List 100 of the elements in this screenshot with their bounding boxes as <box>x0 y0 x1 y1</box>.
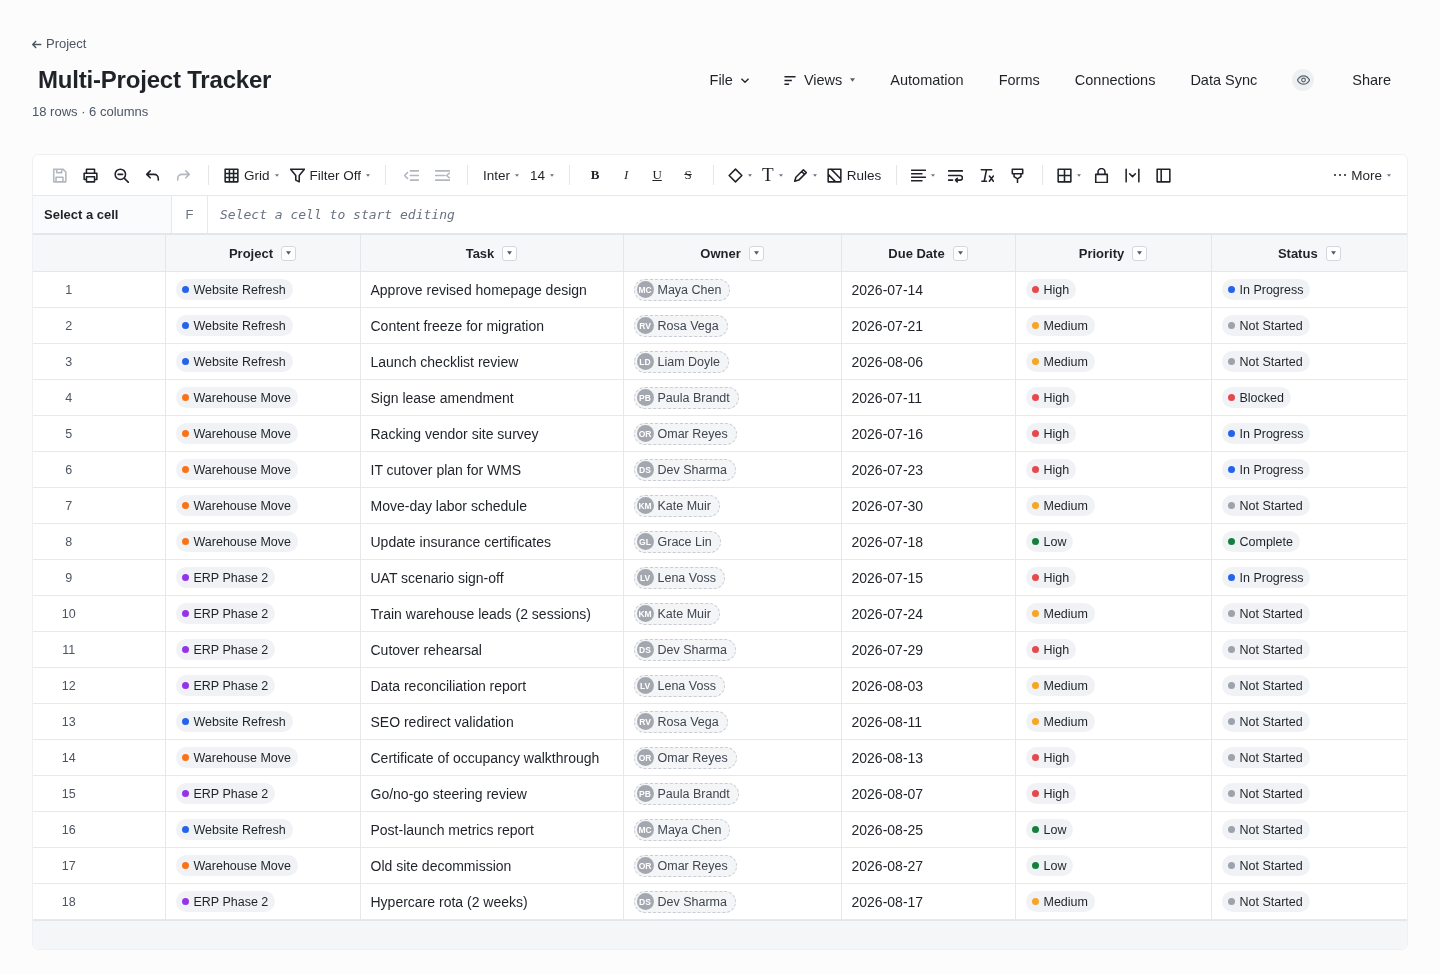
column-resize-icon <box>1124 167 1140 183</box>
priority-label: Medium <box>1043 606 1088 621</box>
owner-avatar: GL <box>636 533 654 550</box>
owner-name: Lena Voss <box>657 678 716 693</box>
nav-link[interactable]: Data Sync <box>1190 72 1258 88</box>
formula-input[interactable]: Select a cell to start editing <box>208 196 1407 233</box>
priority-label: Medium <box>1043 354 1088 369</box>
column-header: Due Date <box>888 245 945 261</box>
owner-name: Maya Chen <box>657 282 722 297</box>
filter-menu[interactable]: Filter Off <box>285 161 375 189</box>
owner-name: Kate Muir <box>657 606 711 621</box>
status-label: Not Started <box>1239 894 1303 909</box>
printer-icon <box>82 167 98 183</box>
page-title: Multi-Project Tracker <box>38 65 272 95</box>
status-label: Not Started <box>1239 750 1303 765</box>
font-size-menu[interactable]: 14 <box>526 161 559 189</box>
owner-name: Grace Lin <box>657 534 712 549</box>
row-number: 17 <box>33 847 165 884</box>
font-menu[interactable]: Inter <box>479 161 524 189</box>
table-cell: 2026-07-16 <box>841 415 1015 452</box>
table-cell: Update insurance certificates <box>360 523 623 560</box>
indent-icon <box>434 167 450 183</box>
table-cell: Certificate of occupancy walkthrough <box>360 739 623 776</box>
owner-name: Dev Sharma <box>657 894 727 909</box>
table-cell: Content freeze for migration <box>360 307 623 344</box>
status-label: Complete <box>1239 534 1293 549</box>
status-label: Not Started <box>1239 354 1303 369</box>
owner-name: Maya Chen <box>657 822 722 837</box>
table-cell: 2026-08-25 <box>841 811 1015 848</box>
nav-link[interactable]: Connections <box>1074 72 1156 88</box>
project-label: ERP Phase 2 <box>193 570 269 585</box>
clear-format-icon <box>978 167 994 183</box>
preview-button[interactable] <box>1292 69 1315 91</box>
project-label: Warehouse Move <box>193 750 291 765</box>
priority-label: High <box>1043 390 1070 405</box>
redo-icon <box>175 167 191 183</box>
funnel-icon <box>289 167 305 183</box>
priority-label: High <box>1043 426 1070 441</box>
caret-icon <box>507 251 513 255</box>
view-menu[interactable]: Grid <box>220 161 283 189</box>
owner-avatar: OR <box>636 857 654 874</box>
nav-link[interactable]: Share <box>1352 72 1391 88</box>
rules-button[interactable]: Rules <box>822 161 886 189</box>
side-panel-icon <box>1155 167 1171 183</box>
owner-avatar: OR <box>636 749 654 766</box>
row-number: 1 <box>33 271 165 308</box>
priority-label: High <box>1043 750 1070 765</box>
row-number: 2 <box>33 307 165 344</box>
table-cell: Launch checklist review <box>360 343 623 380</box>
table-cell: 2026-07-29 <box>841 631 1015 668</box>
caret-icon <box>957 251 963 255</box>
caret-icon <box>931 173 936 177</box>
table-cell: 2026-07-21 <box>841 307 1015 344</box>
priority-label: Medium <box>1043 714 1088 729</box>
underline-button[interactable]: U <box>643 161 672 189</box>
chevron-down-icon <box>740 77 749 83</box>
owner-name: Liam Doyle <box>657 354 721 369</box>
sort-lines-icon <box>783 75 796 85</box>
row-number: 16 <box>33 811 165 848</box>
row-number: 11 <box>33 631 165 668</box>
column-menu-button[interactable] <box>1325 245 1341 261</box>
back-link[interactable]: Project <box>32 34 87 54</box>
table-cell: Post-launch metrics report <box>360 811 623 848</box>
text-style-menu[interactable]: T <box>758 161 787 189</box>
table-cell: Approve revised homepage design <box>360 271 623 308</box>
column-menu-button[interactable] <box>748 245 764 261</box>
sheet-summary: 18 rows · 6 columns <box>32 103 150 121</box>
more-menu[interactable]: More <box>1330 161 1395 189</box>
priority-label: Medium <box>1043 678 1088 693</box>
priority-label: Low <box>1043 858 1067 873</box>
caret-icon <box>812 173 817 177</box>
diamond-icon <box>728 167 744 183</box>
column-header: Status <box>1277 245 1318 261</box>
column-header: Project <box>228 245 274 261</box>
row-number: 15 <box>33 775 165 812</box>
table-cell: Racking vendor site survey <box>360 415 623 452</box>
column-menu-button[interactable] <box>502 245 518 261</box>
table-cell: Hypercare rota (2 weeks) <box>360 883 623 920</box>
column-menu-button[interactable] <box>1132 245 1148 261</box>
views-menu[interactable]: Views <box>783 72 856 88</box>
grid-icon <box>224 167 239 183</box>
italic-button[interactable]: I <box>612 161 641 189</box>
bold-button[interactable]: B <box>581 161 610 189</box>
strikethrough-button[interactable]: S <box>674 161 703 189</box>
owner-avatar: KM <box>636 605 654 622</box>
nav-link[interactable]: Forms <box>998 72 1040 88</box>
owner-avatar: RV <box>636 713 654 730</box>
table-cell: 2026-08-06 <box>841 343 1015 380</box>
priority-label: High <box>1043 570 1070 585</box>
owner-avatar: DS <box>636 641 654 658</box>
nav-link[interactable]: Automation <box>890 72 964 88</box>
file-menu[interactable]: File <box>709 72 749 88</box>
status-label: Not Started <box>1239 678 1303 693</box>
project-label: Warehouse Move <box>193 390 291 405</box>
row-number: 7 <box>33 487 165 524</box>
column-menu-button[interactable] <box>281 245 297 261</box>
table-cell: Cutover rehearsal <box>360 631 623 668</box>
status-label: Not Started <box>1239 858 1303 873</box>
column-menu-button[interactable] <box>952 245 968 261</box>
table-cell: SEO redirect validation <box>360 703 623 740</box>
